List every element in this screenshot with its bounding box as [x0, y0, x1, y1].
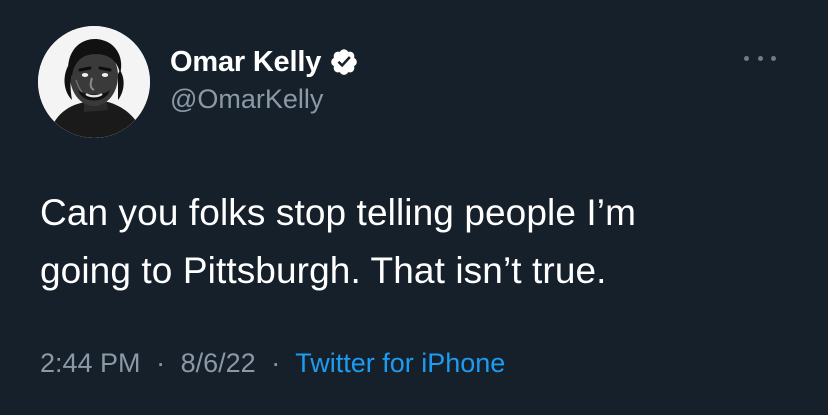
- tweet-meta: 2:44 PM · 8/6/22 · Twitter for iPhone: [40, 348, 505, 379]
- meta-separator: ·: [156, 348, 166, 378]
- display-name[interactable]: Omar Kelly: [170, 46, 321, 79]
- tweet-card: Omar Kelly @OmarKelly Can you folks stop…: [0, 0, 828, 415]
- avatar-portrait-icon: [38, 26, 150, 138]
- author-name-row: Omar Kelly: [170, 42, 359, 82]
- user-handle[interactable]: @OmarKelly: [170, 84, 323, 115]
- meta-separator: ·: [271, 348, 281, 378]
- tweet-time[interactable]: 2:44 PM: [40, 348, 141, 378]
- tweet-date[interactable]: 8/6/22: [181, 348, 256, 378]
- more-dot: [757, 55, 763, 61]
- tweet-text-line: going to Pittsburgh. That isn’t true.: [40, 250, 607, 291]
- more-options-icon[interactable]: [744, 48, 776, 68]
- verified-badge-icon: [331, 49, 357, 75]
- more-dot: [744, 55, 749, 61]
- tweet-text-line: Can you folks stop telling people I’m: [40, 192, 637, 233]
- tweet-source-link[interactable]: Twitter for iPhone: [295, 348, 505, 378]
- more-dot: [771, 55, 776, 61]
- tweet-text: Can you folks stop telling people I’m go…: [40, 184, 800, 300]
- avatar[interactable]: [38, 26, 150, 138]
